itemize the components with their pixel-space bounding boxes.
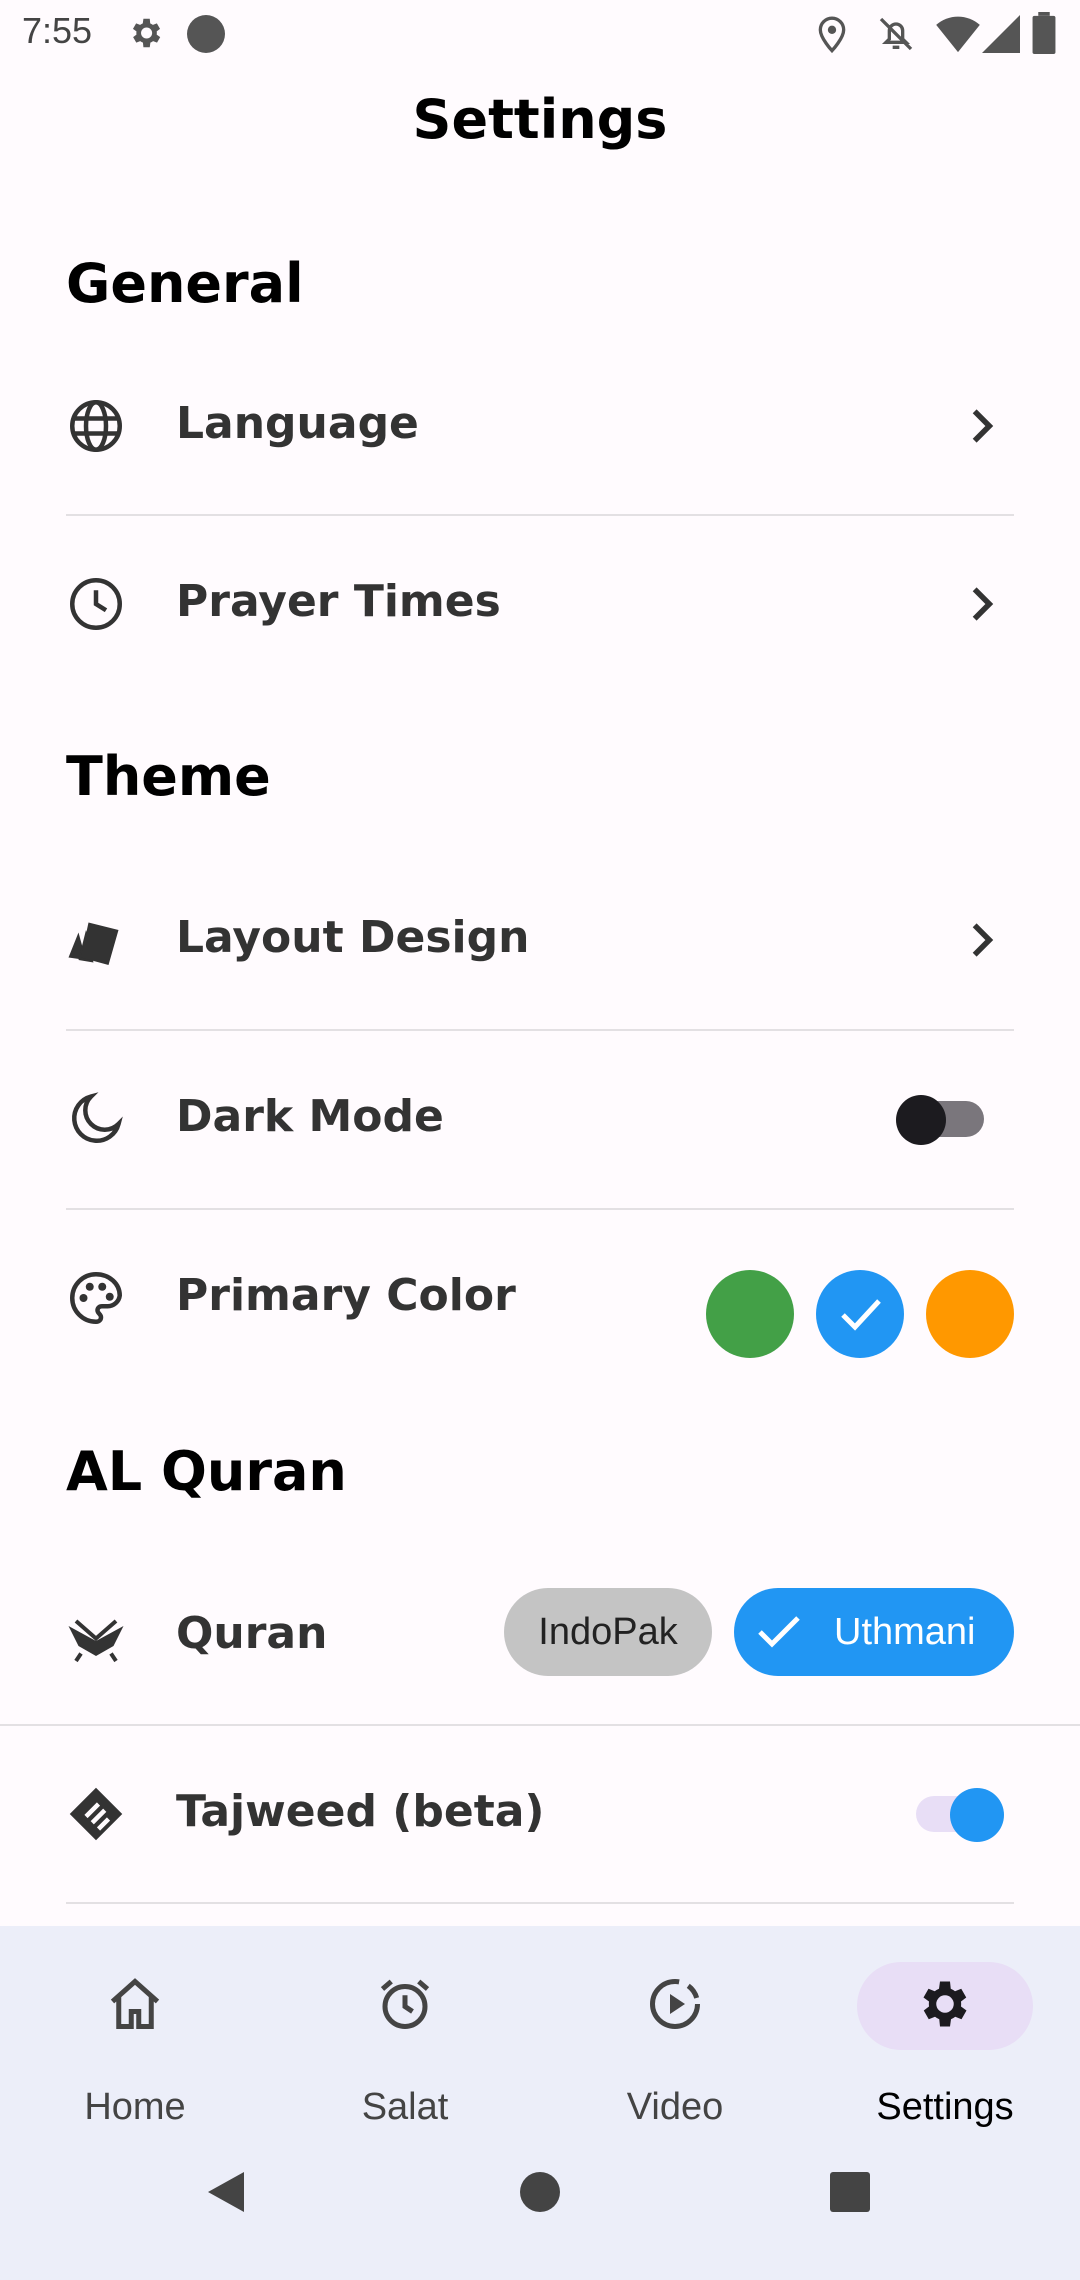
page-title: Settings bbox=[412, 88, 668, 151]
status-bar: 7:55 bbox=[0, 0, 1080, 66]
quran-label: Quran bbox=[176, 1608, 328, 1659]
nav-settings-label: Settings bbox=[876, 2086, 1014, 2128]
open-book-icon bbox=[68, 1619, 124, 1663]
battery-icon bbox=[1032, 12, 1056, 54]
color-swatch-green[interactable] bbox=[706, 1270, 794, 1358]
chip-uthmani-label: Uthmani bbox=[834, 1611, 976, 1653]
dark-mode-switch-thumb bbox=[896, 1095, 946, 1145]
check-icon bbox=[758, 1616, 800, 1648]
nav-home-label: Home bbox=[84, 2086, 186, 2128]
chip-uthmani[interactable]: Uthmani bbox=[734, 1588, 1014, 1676]
record-dot-icon bbox=[187, 15, 225, 53]
layout-cards-icon bbox=[68, 922, 119, 965]
clock-icon bbox=[70, 578, 122, 630]
prayer-times-label: Prayer Times bbox=[176, 576, 501, 627]
recents-icon[interactable] bbox=[828, 2170, 872, 2214]
chevron-right-icon bbox=[972, 409, 994, 443]
location-icon bbox=[818, 16, 846, 54]
section-al-quran: AL Quran bbox=[66, 1440, 347, 1503]
play-circle-icon bbox=[650, 1979, 700, 2029]
tajweed-label: Tajweed (beta) bbox=[176, 1786, 545, 1837]
gear-icon bbox=[923, 1981, 967, 2027]
nav-salat[interactable]: Salat bbox=[270, 1926, 540, 2128]
settings-status-icon bbox=[132, 18, 161, 48]
nav-video[interactable]: Video bbox=[540, 1926, 810, 2128]
nav-home[interactable]: Home bbox=[0, 1926, 270, 2128]
color-swatch-orange[interactable] bbox=[926, 1270, 1014, 1358]
layout-design-row[interactable]: Layout Design bbox=[0, 852, 1080, 1028]
wifi-icon bbox=[936, 16, 980, 53]
primary-color-label: Primary Color bbox=[176, 1270, 516, 1321]
quran-script-row: Quran IndoPak Uthmani bbox=[0, 1548, 1080, 1724]
home-circle-icon[interactable] bbox=[518, 2170, 562, 2214]
chip-indopak[interactable]: IndoPak bbox=[504, 1588, 712, 1676]
language-row[interactable]: Language bbox=[0, 338, 1080, 514]
nav-video-label: Video bbox=[626, 2086, 724, 2128]
nav-salat-label: Salat bbox=[361, 2086, 449, 2128]
globe-icon bbox=[70, 400, 122, 452]
layout-design-label: Layout Design bbox=[176, 912, 530, 963]
back-icon[interactable] bbox=[206, 2170, 246, 2214]
divider bbox=[66, 1902, 1014, 1904]
bell-off-icon bbox=[879, 17, 913, 51]
prayer-times-row[interactable]: Prayer Times bbox=[0, 516, 1080, 692]
palette-icon bbox=[70, 1271, 123, 1325]
moon-icon bbox=[72, 1092, 123, 1143]
status-time: 7:55 bbox=[22, 10, 93, 51]
signal-icon bbox=[982, 15, 1020, 53]
tajweed-icon bbox=[69, 1787, 123, 1841]
check-icon bbox=[841, 1299, 881, 1331]
language-label: Language bbox=[176, 398, 419, 449]
section-theme: Theme bbox=[66, 745, 271, 808]
tajweed-row[interactable]: Tajweed (beta) bbox=[0, 1726, 1080, 1902]
chevron-right-icon bbox=[972, 923, 994, 957]
tajweed-switch-thumb bbox=[950, 1788, 1004, 1842]
bottom-navigation: Home Salat Video Settings bbox=[0, 1926, 1080, 2280]
alarm-icon bbox=[380, 1979, 430, 2029]
color-swatch-blue[interactable] bbox=[816, 1270, 904, 1358]
home-icon bbox=[110, 1978, 160, 2029]
nav-settings[interactable]: Settings bbox=[810, 1926, 1080, 2128]
dark-mode-row[interactable]: Dark Mode bbox=[0, 1031, 1080, 1207]
primary-color-row: Primary Color bbox=[0, 1210, 1080, 1386]
dark-mode-label: Dark Mode bbox=[176, 1091, 444, 1142]
chevron-right-icon bbox=[972, 587, 994, 621]
section-general: General bbox=[66, 252, 304, 315]
